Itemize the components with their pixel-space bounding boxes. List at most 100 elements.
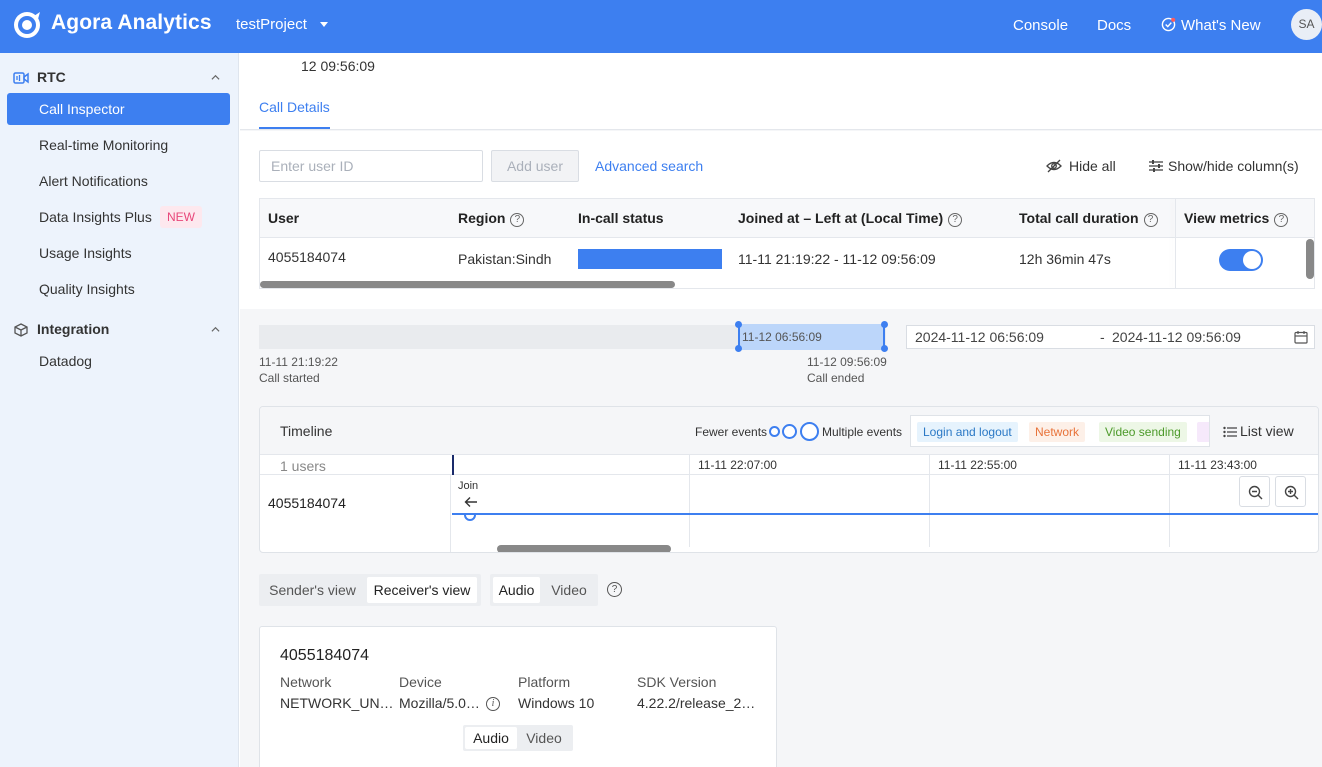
tab-call-details[interactable]: Call Details bbox=[259, 99, 330, 115]
sidebar-item-label: Real-time Monitoring bbox=[39, 137, 169, 153]
help-icon[interactable]: ? bbox=[510, 213, 525, 227]
timeline-gridline bbox=[1169, 455, 1170, 547]
legend-network[interactable]: Network bbox=[1029, 422, 1086, 442]
console-link[interactable]: Console bbox=[1013, 17, 1068, 34]
sidebar-item-label: Datadog bbox=[39, 353, 92, 369]
cell-region: Pakistan:Sindh bbox=[458, 251, 552, 267]
card-audio-option[interactable]: Audio bbox=[465, 727, 517, 749]
avatar[interactable]: SA bbox=[1291, 9, 1322, 40]
density-medium-icon bbox=[782, 424, 797, 439]
chevron-up-icon[interactable] bbox=[211, 325, 220, 334]
info-icon[interactable]: i bbox=[486, 697, 500, 711]
zoom-in-button[interactable] bbox=[1275, 476, 1306, 507]
video-option[interactable]: Video bbox=[544, 577, 594, 603]
range-handle[interactable] bbox=[881, 345, 888, 352]
card-video-option[interactable]: Video bbox=[519, 727, 569, 749]
list-view-button[interactable]: List view bbox=[1240, 423, 1294, 439]
column-header-in-call-status[interactable]: In-call status bbox=[578, 210, 664, 226]
legend-more[interactable] bbox=[1197, 422, 1209, 442]
add-user-button[interactable]: Add user bbox=[491, 150, 579, 182]
sidebar-section-label: RTC bbox=[37, 69, 66, 85]
audio-option[interactable]: Audio bbox=[493, 577, 540, 603]
advanced-search-link[interactable]: Advanced search bbox=[595, 158, 703, 174]
table-vertical-scrollbar[interactable] bbox=[1306, 239, 1314, 279]
hide-all-button[interactable]: Hide all bbox=[1069, 158, 1116, 174]
call-details-panel: Add user Advanced search Hide all Show/h… bbox=[240, 131, 1322, 309]
platform-value: Windows 10 bbox=[518, 695, 595, 711]
column-header-user[interactable]: User bbox=[268, 210, 299, 226]
date-range-start[interactable]: 2024-11-12 06:56:09 bbox=[915, 329, 1044, 345]
date-range-picker[interactable]: 2024-11-12 06:56:09 - 2024-11-12 09:56:0… bbox=[906, 325, 1315, 349]
sidebar-item-real-time-monitoring[interactable]: Real-time Monitoring bbox=[7, 129, 230, 161]
call-start-label: Call started bbox=[259, 371, 320, 385]
cube-icon bbox=[14, 323, 28, 337]
show-hide-columns-button[interactable]: Show/hide column(s) bbox=[1168, 158, 1299, 174]
senders-view-option[interactable]: Sender's view bbox=[262, 577, 363, 603]
timeline-user-id[interactable]: 4055184074 bbox=[268, 495, 346, 511]
column-header-region[interactable]: Region? bbox=[458, 210, 525, 227]
range-handle[interactable] bbox=[735, 345, 742, 352]
sidebar-item-datadog[interactable]: Datadog bbox=[7, 345, 230, 377]
help-icon[interactable]: ? bbox=[948, 213, 963, 227]
sidebar-item-label: Data Insights Plus bbox=[39, 209, 152, 225]
range-handle[interactable] bbox=[881, 321, 888, 328]
list-icon[interactable] bbox=[1223, 426, 1237, 438]
help-icon[interactable]: ? bbox=[607, 582, 622, 597]
sidebar-item-call-inspector[interactable]: Call Inspector bbox=[7, 93, 230, 125]
timeline-tick-label: 11-11 22:55:00 bbox=[938, 458, 1017, 472]
timeline-axis-row: 1 users 11-11 22:07:00 11-11 22:55:00 11… bbox=[260, 455, 1318, 475]
info-user-id: 4055184074 bbox=[280, 647, 369, 664]
whats-new-link[interactable]: What's New bbox=[1181, 17, 1261, 34]
sidebar-item-quality-insights[interactable]: Quality Insights bbox=[7, 273, 230, 305]
timeline-horizontal-scrollbar[interactable] bbox=[497, 545, 671, 552]
arrow-left-icon[interactable] bbox=[464, 496, 478, 508]
column-header-view-metrics[interactable]: View metrics? bbox=[1184, 210, 1289, 227]
chevron-up-icon[interactable] bbox=[211, 73, 220, 82]
timeline-tick-label: 11-11 22:07:00 bbox=[698, 458, 777, 472]
in-call-status-bar bbox=[578, 249, 722, 269]
sidebar-item-usage-insights[interactable]: Usage Insights bbox=[7, 237, 230, 269]
active-tab-indicator bbox=[259, 127, 330, 129]
timeline-cursor[interactable] bbox=[452, 455, 454, 475]
join-event-label: Join bbox=[458, 480, 479, 492]
sidebar-item-data-insights-plus[interactable]: Data Insights Plus NEW bbox=[7, 201, 230, 233]
zoom-out-button[interactable] bbox=[1239, 476, 1270, 507]
new-badge: NEW bbox=[160, 206, 202, 228]
range-handle[interactable] bbox=[735, 321, 742, 328]
sidebar-section-integration[interactable]: Integration bbox=[0, 314, 239, 344]
network-value: NETWORK_UN… bbox=[280, 695, 394, 711]
sidebar-item-alert-notifications[interactable]: Alert Notifications bbox=[7, 165, 230, 197]
fewer-events-label: Fewer events bbox=[695, 425, 768, 439]
sidebar-section-rtc[interactable]: RTC bbox=[0, 62, 239, 92]
chevron-down-icon[interactable] bbox=[320, 22, 328, 27]
calendar-icon[interactable] bbox=[1294, 330, 1308, 344]
date-range-end[interactable]: 2024-11-12 09:56:09 bbox=[1112, 329, 1241, 345]
top-navigation-bar: Agora Analytics testProject Console Docs… bbox=[0, 0, 1322, 53]
brand-name[interactable]: Agora Analytics bbox=[51, 11, 212, 35]
user-id-input[interactable] bbox=[259, 150, 483, 182]
table-horizontal-scrollbar[interactable] bbox=[260, 281, 675, 288]
toggle-knob bbox=[1243, 251, 1261, 269]
legend-video-sending[interactable]: Video sending bbox=[1099, 422, 1187, 442]
table-header: User Region? In-call status Joined at – … bbox=[260, 199, 1314, 238]
badge-check-icon[interactable] bbox=[1161, 17, 1176, 32]
zoom-in-icon bbox=[1284, 485, 1299, 500]
column-header-total-duration[interactable]: Total call duration? bbox=[1019, 210, 1158, 227]
docs-link[interactable]: Docs bbox=[1097, 17, 1131, 34]
project-selector[interactable]: testProject bbox=[236, 16, 307, 33]
sidebar-item-label: Alert Notifications bbox=[39, 173, 148, 189]
sliders-icon[interactable] bbox=[1148, 159, 1164, 173]
cell-user[interactable]: 4055184074 bbox=[268, 249, 346, 265]
column-header-joined-left[interactable]: Joined at – Left at (Local Time)? bbox=[738, 210, 963, 227]
help-icon[interactable]: ? bbox=[1274, 213, 1289, 227]
join-event-marker[interactable] bbox=[464, 515, 476, 521]
view-metrics-toggle[interactable] bbox=[1219, 249, 1263, 271]
sidebar: RTC Call Inspector Real-time Monitoring … bbox=[0, 53, 239, 767]
help-icon[interactable]: ? bbox=[1143, 213, 1158, 227]
receivers-view-option[interactable]: Receiver's view bbox=[367, 577, 477, 603]
legend-login-logout[interactable]: Login and logout bbox=[917, 422, 1018, 442]
eye-off-icon[interactable] bbox=[1046, 159, 1062, 173]
platform-label: Platform bbox=[518, 674, 571, 690]
media-type-switch: Audio Video bbox=[490, 574, 598, 606]
sdk-version-value: 4.22.2/release_2… bbox=[637, 695, 756, 711]
